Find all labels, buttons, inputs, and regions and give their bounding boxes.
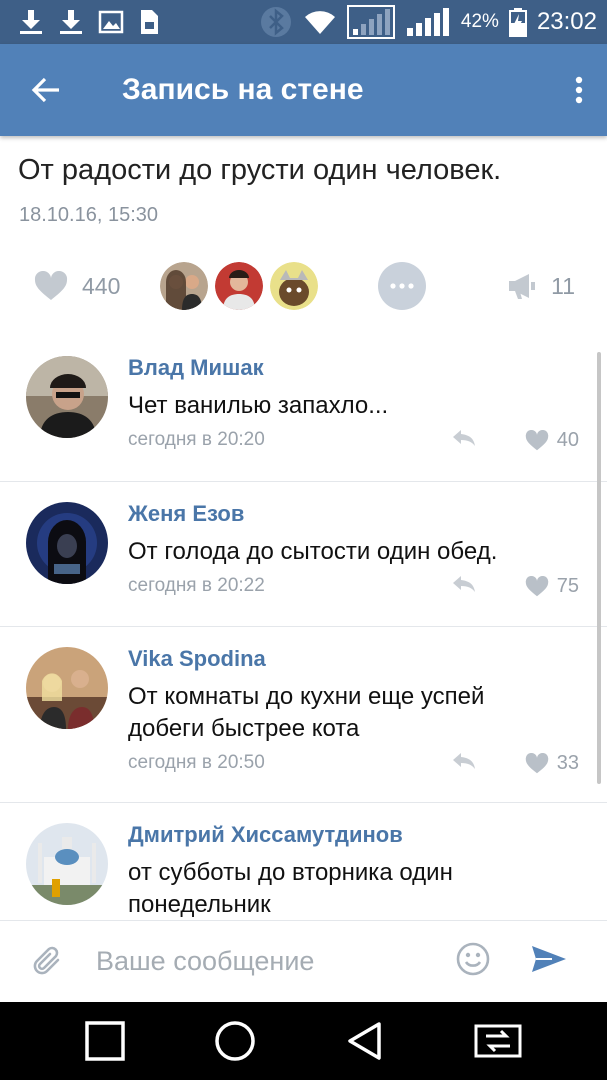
comment-like-button[interactable]: 33 — [525, 752, 579, 775]
recent-apps-icon[interactable] — [84, 1021, 125, 1061]
comment-text: Чет ванилью запахло... — [128, 392, 389, 419]
avatar[interactable] — [26, 356, 108, 438]
smile-icon — [456, 942, 490, 976]
reply-button[interactable] — [451, 751, 477, 776]
post-text: От радости до грусти один человек. — [18, 154, 502, 186]
comment-likes-count: 75 — [556, 574, 579, 597]
reply-icon — [453, 752, 475, 769]
avatar — [270, 262, 319, 310]
comment-author[interactable]: Женя Езов — [128, 500, 607, 528]
send-button[interactable] — [530, 944, 568, 979]
switch-screen-icon[interactable] — [474, 1024, 522, 1058]
scrollbar[interactable] — [597, 352, 601, 784]
share-button[interactable]: 11 — [507, 272, 575, 300]
comment-author[interactable]: Влад Мишак — [128, 354, 607, 382]
toolbar: Запись на стене — [0, 44, 607, 136]
comment-text: от субботы до вторника один понедельник — [128, 859, 453, 918]
comment-author[interactable]: Vika Spodina — [128, 645, 607, 673]
system-nav-bar — [0, 1002, 607, 1080]
status-bar: 42% 23:02 — [0, 0, 607, 44]
message-input[interactable] — [96, 946, 426, 977]
arrow-left-icon — [31, 77, 59, 103]
like-button[interactable]: 440 — [34, 271, 120, 301]
send-icon — [532, 946, 566, 972]
page-title: Запись на стене — [122, 73, 364, 106]
comment-text: От голода до сытости один обед. — [128, 538, 498, 565]
comment-text: От комнаты до кухни еще успей добеги быс… — [128, 683, 485, 742]
reply-icon — [453, 429, 475, 446]
wall-post: От радости до грусти один человек. 18.10… — [0, 136, 607, 227]
more-vertical-icon — [575, 76, 583, 104]
comment-item[interactable]: Дмитрий Хиссамутдинов от субботы до втор… — [0, 803, 607, 920]
download-icon — [60, 10, 82, 34]
comment-like-button[interactable]: 40 — [525, 429, 579, 452]
more-likers-button[interactable] — [378, 262, 427, 310]
more-horizontal-icon — [390, 283, 414, 289]
comment-item[interactable]: Влад Мишак Чет ванилью запахло... сегодн… — [0, 336, 607, 482]
reply-button[interactable] — [451, 428, 477, 453]
comment-meta: сегодня в 20:22 75 — [128, 568, 607, 604]
comment-likes-count: 33 — [556, 751, 579, 774]
avatar — [215, 262, 264, 310]
reposts-count: 11 — [551, 272, 575, 299]
comment-date: сегодня в 20:22 — [128, 575, 265, 596]
back-button[interactable] — [0, 44, 92, 136]
comment-item[interactable]: Женя Езов От голода до сытости один обед… — [0, 482, 607, 627]
likers-avatars[interactable] — [160, 262, 319, 310]
back-nav-icon[interactable] — [345, 1021, 385, 1061]
clock: 23:02 — [536, 8, 597, 35]
home-icon[interactable] — [214, 1020, 256, 1062]
avatar[interactable] — [26, 647, 108, 729]
reply-button[interactable] — [451, 574, 477, 599]
comment-likes-count: 40 — [556, 428, 579, 451]
attach-button[interactable] — [0, 945, 96, 979]
wifi-icon — [304, 11, 335, 34]
screenshot-icon — [141, 10, 158, 34]
download-icon — [20, 10, 42, 34]
heart-icon — [525, 752, 548, 773]
comment-author[interactable]: Дмитрий Хиссамутдинов — [128, 821, 607, 849]
comment-item[interactable]: Vika Spodina От комнаты до кухни еще усп… — [0, 627, 607, 803]
likes-count: 440 — [82, 272, 121, 299]
more-menu-button[interactable] — [551, 44, 607, 136]
comments-list: Влад Мишак Чет ванилью запахло... сегодн… — [0, 336, 607, 920]
bluetooth-icon — [260, 7, 291, 37]
megaphone-icon — [509, 274, 536, 299]
heart-icon — [525, 575, 548, 596]
post-actions: 440 11 — [0, 258, 607, 314]
emoji-button[interactable] — [456, 942, 490, 981]
signal-icon — [406, 8, 449, 36]
comment-like-button[interactable]: 75 — [525, 575, 579, 598]
message-composer — [0, 920, 607, 1002]
battery-charging-icon — [508, 8, 527, 37]
battery-percent: 42% — [460, 11, 499, 32]
reply-icon — [453, 575, 475, 592]
comment-date: сегодня в 20:50 — [128, 752, 265, 773]
paperclip-icon — [33, 946, 60, 974]
comment-meta: сегодня в 20:50 33 — [128, 745, 607, 781]
heart-icon — [34, 271, 68, 300]
comment-date: сегодня в 20:20 — [128, 429, 265, 450]
avatar[interactable] — [26, 823, 108, 905]
heart-icon — [525, 429, 548, 450]
signal-icon — [346, 5, 395, 39]
post-date: 18.10.16, 15:30 — [19, 204, 159, 226]
avatar — [160, 262, 209, 310]
image-icon — [98, 10, 124, 34]
avatar[interactable] — [26, 502, 108, 584]
comment-meta: сегодня в 20:20 40 — [128, 422, 607, 458]
